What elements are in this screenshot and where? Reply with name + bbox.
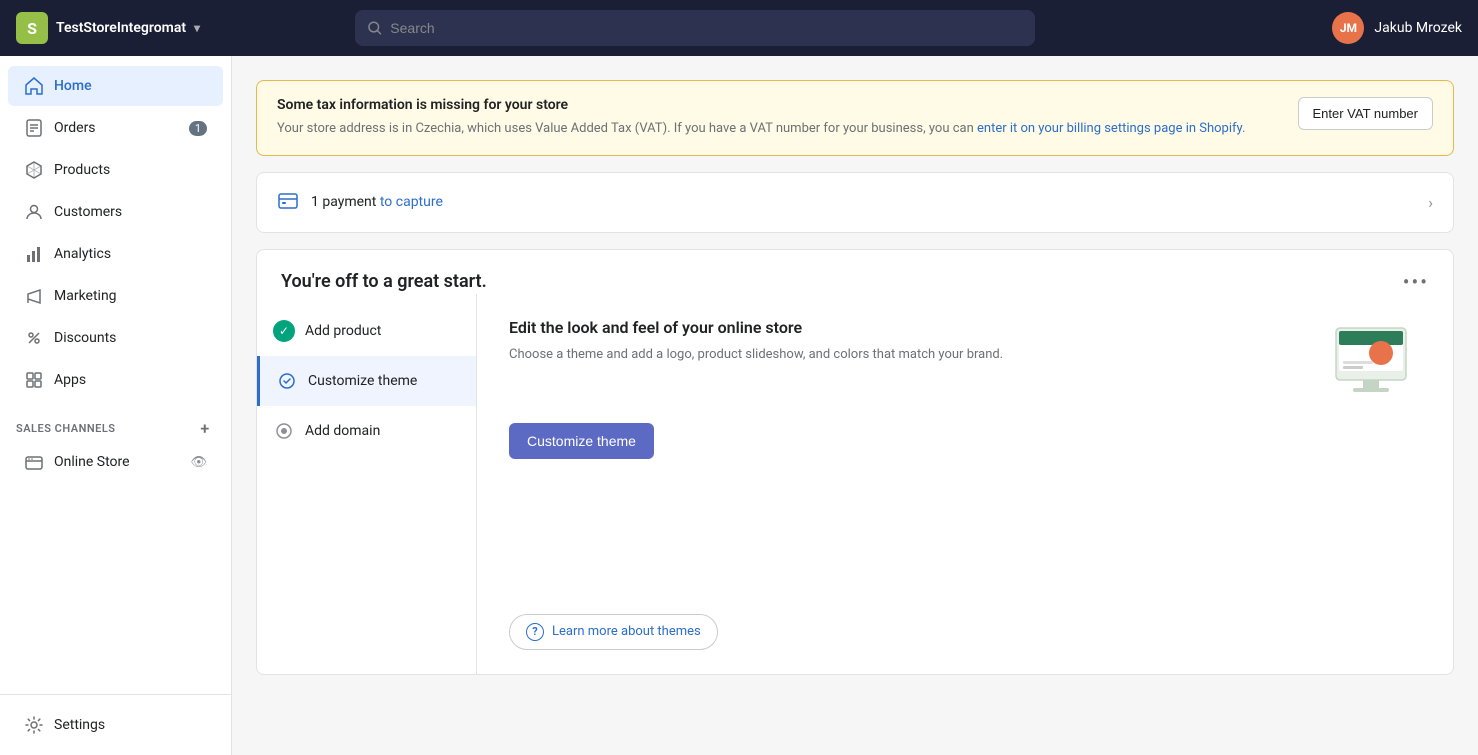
sidebar-item-marketing-label: Marketing — [54, 288, 117, 304]
sidebar-item-settings[interactable]: Settings — [8, 705, 223, 745]
learn-more-section: ? Learn more about themes — [509, 614, 1421, 650]
online-store-label: Online Store — [54, 454, 130, 470]
sidebar-item-orders[interactable]: Orders 1 — [8, 108, 223, 148]
sidebar-bottom: Settings — [0, 694, 231, 755]
step-content-text: Edit the look and feel of your online st… — [509, 318, 1301, 403]
tax-banner-title: Some tax information is missing for your… — [277, 97, 1245, 113]
sidebar-item-marketing[interactable]: Marketing — [8, 276, 223, 316]
getting-started-body: ✓ Add product Customize theme — [257, 294, 1453, 674]
step-active-icon — [276, 370, 298, 392]
sidebar: Home Orders 1 — [0, 56, 232, 755]
getting-started-card: You're off to a great start. ••• ✓ Add p… — [256, 249, 1454, 675]
step-customize-label: Customize theme — [308, 373, 417, 389]
search-input[interactable] — [390, 20, 1023, 36]
settings-icon — [24, 715, 44, 735]
step-content-desc: Choose a theme and add a logo, product s… — [509, 345, 1301, 366]
search-icon — [367, 20, 382, 36]
orders-badge: 1 — [189, 121, 207, 136]
payment-capture-card[interactable]: 1 payment to capture › — [256, 172, 1454, 233]
customize-theme-button[interactable]: Customize theme — [509, 423, 654, 459]
payment-count: 1 payment — [311, 194, 376, 210]
user-name[interactable]: Jakub Mrozek — [1374, 20, 1462, 36]
products-icon — [24, 160, 44, 180]
payment-icon — [277, 189, 299, 216]
tax-banner-content: Some tax information is missing for your… — [277, 97, 1245, 139]
step-add-domain-label: Add domain — [305, 423, 380, 439]
learn-more-icon: ? — [526, 623, 544, 641]
sidebar-item-customers[interactable]: Customers — [8, 192, 223, 232]
steps-list: ✓ Add product Customize theme — [257, 294, 477, 674]
sidebar-item-products[interactable]: Products — [8, 150, 223, 190]
sidebar-item-discounts-label: Discounts — [54, 330, 116, 346]
payment-capture-text: 1 payment to capture — [311, 194, 443, 210]
enter-vat-button[interactable]: Enter VAT number — [1298, 97, 1434, 130]
sidebar-item-analytics-label: Analytics — [54, 246, 111, 262]
payment-link: to capture — [380, 194, 443, 210]
settings-label: Settings — [54, 717, 105, 733]
home-icon — [24, 76, 44, 96]
getting-started-title: You're off to a great start. — [281, 271, 487, 292]
online-store-visibility-icon[interactable]: 👁 — [190, 455, 207, 470]
customers-icon — [24, 202, 44, 222]
step-done-icon: ✓ — [273, 320, 295, 342]
theme-illustration — [1321, 318, 1421, 403]
learn-more-label: Learn more about themes — [552, 624, 701, 639]
store-name: TestStoreIntegromat — [56, 20, 186, 36]
discounts-icon — [24, 328, 44, 348]
online-store-icon — [24, 452, 44, 472]
getting-started-menu[interactable]: ••• — [1403, 270, 1429, 294]
step-pending-icon — [273, 420, 295, 442]
payment-chevron-icon: › — [1428, 193, 1433, 212]
sidebar-item-analytics[interactable]: Analytics — [8, 234, 223, 274]
billing-settings-link[interactable]: enter it on your billing settings page i… — [977, 121, 1242, 136]
tax-banner-body: Your store address is in Czechia, which … — [277, 119, 1245, 139]
sidebar-item-online-store[interactable]: Online Store 👁 — [8, 444, 223, 480]
analytics-icon — [24, 244, 44, 264]
step-add-domain[interactable]: Add domain — [257, 406, 476, 456]
search-bar — [355, 10, 1035, 46]
step-content-panel: Edit the look and feel of your online st… — [477, 294, 1453, 674]
step-add-product-label: Add product — [305, 323, 381, 339]
step-add-product[interactable]: ✓ Add product — [257, 306, 476, 356]
main-content: Some tax information is missing for your… — [232, 56, 1478, 755]
svg-text:S: S — [27, 19, 37, 38]
marketing-icon — [24, 286, 44, 306]
sidebar-item-apps-label: Apps — [54, 372, 86, 388]
topnav: S TestStoreIntegromat ▾ JM Jakub Mrozek — [0, 0, 1478, 56]
apps-icon — [24, 370, 44, 390]
store-dropdown-icon: ▾ — [194, 21, 200, 35]
getting-started-header: You're off to a great start. ••• — [257, 250, 1453, 294]
sidebar-item-orders-label: Orders — [54, 120, 96, 136]
step-customize-theme[interactable]: Customize theme — [257, 356, 476, 406]
sidebar-item-home-label: Home — [54, 78, 92, 94]
shopify-icon: S — [16, 12, 48, 44]
avatar[interactable]: JM — [1332, 12, 1364, 44]
sidebar-item-home[interactable]: Home — [8, 66, 223, 106]
sales-channels-header: SALES CHANNELS + — [0, 402, 231, 442]
orders-icon — [24, 118, 44, 138]
learn-more-link[interactable]: ? Learn more about themes — [509, 614, 718, 650]
add-sales-channel-button[interactable]: + — [195, 418, 215, 438]
tax-banner: Some tax information is missing for your… — [256, 80, 1454, 156]
sidebar-item-apps[interactable]: Apps — [8, 360, 223, 400]
sidebar-item-customers-label: Customers — [54, 204, 122, 220]
sidebar-item-products-label: Products — [54, 162, 110, 178]
store-logo[interactable]: S TestStoreIntegromat ▾ — [16, 12, 200, 44]
sidebar-item-discounts[interactable]: Discounts — [8, 318, 223, 358]
step-content-title: Edit the look and feel of your online st… — [509, 318, 1301, 337]
